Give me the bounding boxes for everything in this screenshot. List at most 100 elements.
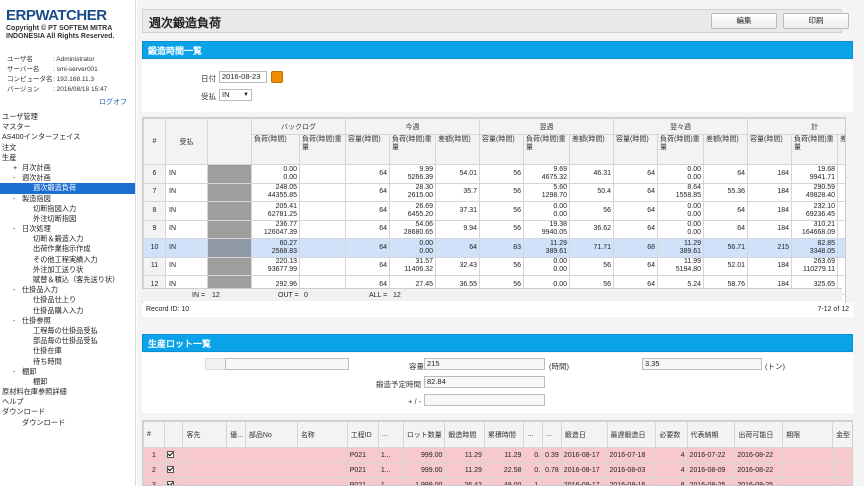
lot-col-header[interactable]: 工程ID — [346, 421, 379, 448]
checkbox-icon[interactable] — [166, 466, 174, 474]
menu-item[interactable]: ユーザ管理 — [0, 112, 135, 122]
hidden-field[interactable] — [225, 358, 349, 370]
lot-col-header[interactable]: ロット数量 — [402, 421, 446, 448]
table-row[interactable]: 7 IN 248.05 44355.85 64 28.30 2615.00 35.7 56 5.6… — [143, 182, 845, 202]
lot-col-header[interactable]: 名称 — [296, 421, 348, 448]
menu-item[interactable]: その他工程実績入力 — [0, 255, 135, 265]
lot-col-header[interactable]: 出荷可能日 — [734, 421, 784, 448]
menu-item[interactable]: 出荷作業指示作成 — [0, 244, 135, 254]
menu-item[interactable]: 原材料在庫参照詳細 — [0, 387, 135, 397]
menu-item[interactable]: - 日次処理 — [0, 224, 135, 234]
menu-item[interactable]: 仕掛在庫 — [0, 346, 135, 356]
subcol-capacity[interactable]: 容量(時間) — [613, 134, 658, 165]
type-select[interactable]: IN ▼ — [219, 89, 252, 101]
menu-item[interactable]: - 仕掛品入力 — [0, 285, 135, 295]
col-next-week[interactable]: 翌週 — [479, 118, 614, 135]
menu-item[interactable]: 切断＆鍛造入力 — [0, 234, 135, 244]
col-this-week[interactable]: 今週 — [345, 118, 480, 135]
lot-col-header[interactable]: # — [143, 421, 165, 448]
subcol-load_weight[interactable]: 負荷(時間)重量 — [299, 134, 346, 165]
menu-item[interactable]: 待ち時間 — [0, 357, 135, 367]
logout-link[interactable]: ログオフ — [99, 97, 127, 107]
subcol-load_weight[interactable]: 負荷(時間)重量 — [657, 134, 704, 165]
menu-item[interactable]: + 月次計画 — [0, 163, 135, 173]
menu-item[interactable]: ダウンロード — [0, 418, 135, 428]
lot-row[interactable]: 1 P021 1... 999.00 11.29 11.29 0. 0.39 2016-08-1… — [143, 447, 852, 463]
subcol-load_weight[interactable]: 負荷(時間)重量 — [791, 134, 839, 165]
subcol-capacity[interactable]: 容量(時間) — [479, 134, 524, 165]
menu-item[interactable]: AS400インターフェイス — [0, 132, 135, 142]
lot-col-header[interactable]: 最遅鍛造日 — [606, 421, 657, 448]
plusminus-field[interactable] — [424, 394, 545, 406]
menu-item[interactable]: 外注加工送り状 — [0, 265, 135, 275]
planned-field[interactable]: 82.84 — [424, 376, 545, 388]
lot-col-header[interactable]: ... — [377, 421, 404, 448]
menu-item[interactable]: 仕掛品購入入力 — [0, 306, 135, 316]
subcol-capacity[interactable]: 容量(時間) — [345, 134, 390, 165]
subcol-diff[interactable]: 差額(時間) — [569, 134, 614, 165]
checkbox-icon[interactable] — [166, 451, 174, 459]
menu-item[interactable]: 生産 — [0, 153, 135, 163]
lot-row[interactable]: 3 P021 1... 1,999.00 26.42 49.00 1. 2016-08-17 2… — [143, 477, 852, 485]
capacity-field[interactable]: 215 — [424, 358, 545, 370]
lot-row[interactable]: 2 P021 1... 999.00 11.29 22.58 0. 0.78 2016-08-1… — [143, 462, 852, 478]
menu-item[interactable]: ダウンロード — [0, 407, 135, 417]
col-hidden[interactable] — [207, 118, 252, 165]
table-row[interactable]: 10 IN 60.27 2568.83 64 0.00 0.00 64 83 11.29 389.6… — [143, 238, 845, 258]
menu-item[interactable]: 仕掛品仕上り — [0, 295, 135, 305]
table-row[interactable]: 9 IN 236.77 126047.39 64 54.06 28680.65 9.94 56 1… — [143, 219, 845, 239]
menu-item[interactable]: 外注切断指図 — [0, 214, 135, 224]
ton-field[interactable]: 3.35 — [642, 358, 762, 370]
lot-col-header[interactable]: 金型 — [832, 421, 852, 448]
calendar-icon[interactable] — [271, 71, 283, 83]
col-backlog[interactable]: バックログ — [251, 118, 346, 135]
row-checkbox[interactable] — [163, 477, 184, 485]
menu-item[interactable]: - 製造指図 — [0, 194, 135, 204]
lot-col-header[interactable]: 代表納期 — [686, 421, 736, 448]
lot-col-header[interactable]: 部品No — [244, 421, 298, 448]
menu-item[interactable]: - 棚卸 — [0, 367, 135, 377]
menu-item[interactable]: 部品毎の仕掛品受払 — [0, 336, 135, 346]
menu-item[interactable]: 週次鍛造負荷 — [0, 183, 135, 194]
menu-item[interactable]: 賦替＆積込（客先送り状） — [0, 275, 135, 285]
lot-col-header[interactable]: 累積時間 — [483, 421, 525, 448]
checkbox-icon[interactable] — [166, 481, 174, 485]
menu-item[interactable]: 工程毎の仕掛品受払 — [0, 326, 135, 336]
subcol-load_hours[interactable]: 負荷(時間) — [251, 134, 300, 165]
lot-col-header[interactable]: 必要数 — [655, 421, 688, 448]
menu-item[interactable]: 切断指図入力 — [0, 204, 135, 214]
lot-col-header[interactable]: 鍛造時間 — [444, 421, 485, 448]
lot-col-header[interactable]: 期限 — [782, 421, 834, 448]
load-hours: 0.00 — [419, 239, 433, 247]
subcol-diff[interactable]: 差額(時間) — [837, 134, 845, 165]
row-checkbox[interactable] — [163, 447, 184, 463]
table-row[interactable]: 11 IN 220.13 93677.99 64 31.57 11406.32 32.43 56… — [143, 256, 845, 276]
lot-col-header[interactable]: 客先 — [182, 421, 228, 448]
table-row[interactable]: 8 IN 205.41 62781.25 64 26.69 6455.20 37.31 56 0.… — [143, 201, 845, 221]
subcol-capacity[interactable]: 容量(時間) — [747, 134, 793, 165]
row-checkbox[interactable] — [163, 462, 184, 478]
subcol-diff[interactable]: 差額(時間) — [702, 134, 749, 165]
menu-item[interactable]: 注文 — [0, 143, 135, 153]
menu-item[interactable]: 棚卸 — [0, 377, 135, 387]
lot-col-header[interactable]: ... — [523, 421, 544, 448]
subcol-load_weight[interactable]: 負荷(時間)重量 — [389, 134, 436, 165]
menu-item[interactable]: マスター — [0, 122, 135, 132]
menu-item[interactable]: ヘルプ — [0, 397, 135, 407]
menu-item[interactable]: - 週次計画 — [0, 173, 135, 183]
col-type[interactable]: 受払 — [165, 118, 208, 165]
lot-col-header[interactable]: ... — [542, 421, 562, 448]
col-total[interactable]: 計 — [747, 118, 845, 135]
col-week-after[interactable]: 翌々週 — [612, 118, 749, 135]
menu-item[interactable]: - 仕掛参照 — [0, 316, 135, 326]
subcol-diff[interactable]: 差額(時間) — [435, 134, 480, 165]
col-no[interactable]: # — [143, 118, 166, 165]
edit-button[interactable]: 編集 — [711, 13, 777, 29]
subcol-load_weight[interactable]: 負荷(時間)重量 — [523, 134, 570, 165]
date-input[interactable]: 2016-08-23 — [219, 71, 267, 83]
lot-col-header[interactable] — [163, 421, 184, 448]
print-button[interactable]: 印刷 — [783, 13, 849, 29]
lot-col-header[interactable]: 優... — [226, 421, 246, 448]
table-row[interactable]: 6 IN 0.00 0.00 64 9.99 5266.39 54.01 56 9.69 4675.… — [143, 164, 845, 184]
lot-col-header[interactable]: 鍛造日 — [560, 421, 608, 448]
